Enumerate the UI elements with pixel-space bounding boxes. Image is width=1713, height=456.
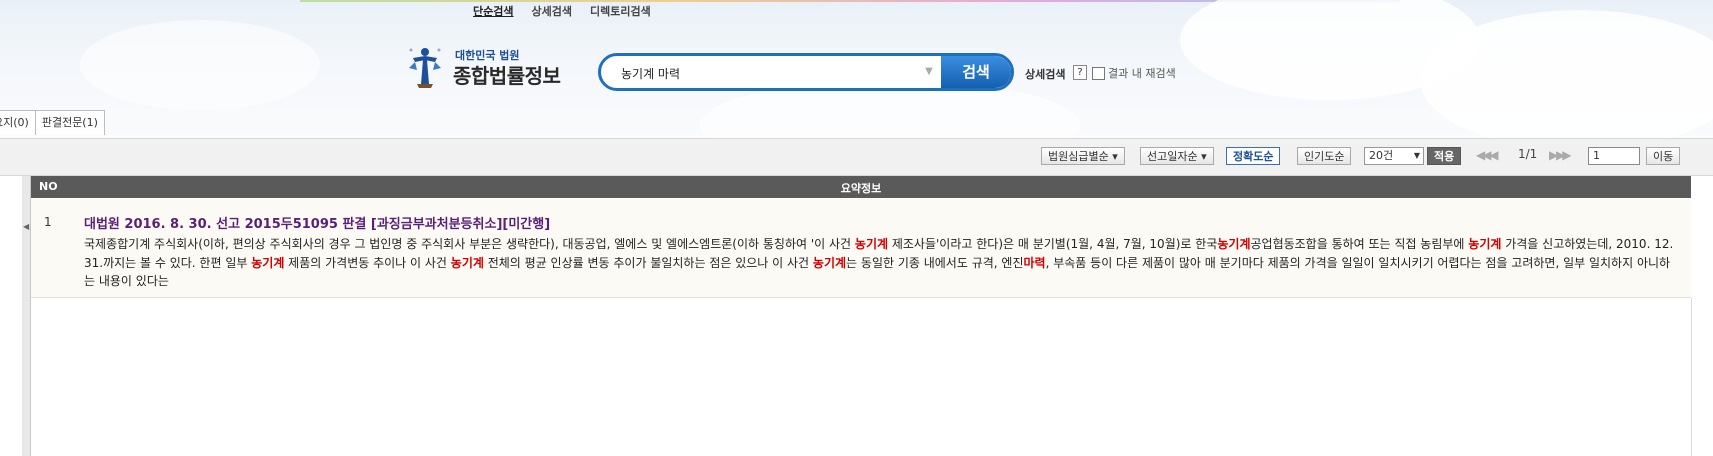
summary-text: 는 동일한 기종 내에서도 규격, 엔진 (846, 255, 1024, 270)
research-label: 결과 내 재검색 (1108, 67, 1176, 80)
row-number: 1 (44, 215, 52, 229)
result-type-tabs: 요지(0) 판결전문(1) (0, 110, 105, 135)
sort-popularity-button[interactable]: 인기도순 (1297, 147, 1352, 165)
tab-full-judgment[interactable]: 판결전문(1) (34, 110, 105, 135)
keyword-highlight: 농기계 (450, 255, 484, 270)
page-indicator: 1/1 (1518, 147, 1538, 161)
table-header: NO 요약정보 (31, 176, 1691, 198)
keyword-highlight: 농기계 (1468, 237, 1502, 251)
sort-date-button[interactable]: 선고일자순 ▾ (1140, 147, 1214, 165)
sort-date-label: 선고일자순 (1147, 150, 1198, 163)
search-history-dropdown-icon[interactable]: ▼ (919, 62, 939, 82)
case-title-link[interactable]: 대법원 2016. 8. 30. 선고 2015두51095 판결 [과징금부과… (84, 213, 550, 232)
research-checkbox[interactable] (1092, 66, 1105, 80)
summary-text: 국제종합기계 주식회사(이하, 편의상 주식회사의 경우 그 법인명 중 주식회… (84, 237, 855, 251)
tab-summary[interactable]: 요지(0) (0, 110, 36, 135)
sort-accuracy-button[interactable]: 정확도순 (1226, 147, 1281, 165)
keyword-highlight: 농기계 (251, 255, 285, 270)
advanced-search-link[interactable]: 상세검색 (1025, 66, 1065, 82)
case-summary: 국제종합기계 주식회사(이하, 편의상 주식회사의 경우 그 법인명 중 주식회… (84, 235, 1680, 291)
first-prev-page-icon[interactable]: ◀◀ ◀ (1476, 148, 1498, 162)
cloud-decoration (80, 20, 320, 110)
results-empty-area (31, 298, 1692, 456)
table-row: 1 대법원 2016. 8. 30. 선고 2015두51095 판결 [과징금… (31, 199, 1691, 298)
research-within-results[interactable]: 결과 내 재검색 (1092, 65, 1176, 81)
next-last-page-icon[interactable]: ▶ ▶▶ (1549, 148, 1571, 162)
help-icon[interactable]: ? (1073, 65, 1087, 80)
per-page-value: 20건 (1369, 149, 1394, 162)
summary-text: 제품의 가격변동 추이나 이 사건 (284, 255, 451, 270)
tab-simple-search[interactable]: 단순검색 (473, 3, 513, 19)
per-page-select[interactable]: 20건 (1364, 147, 1424, 165)
collapse-arrow-icon[interactable]: ◀ (23, 222, 29, 231)
keyword-highlight: 마력 (1023, 255, 1046, 270)
justice-emblem-icon (409, 48, 441, 88)
keyword-highlight: 농기계 (1217, 237, 1251, 251)
apply-button[interactable]: 적용 (1427, 147, 1462, 165)
keyword-highlight: 농기계 (854, 237, 889, 251)
keyword-highlight: 농기계 (812, 255, 847, 270)
go-page-button[interactable]: 이동 (1646, 147, 1681, 165)
search-mode-tabs: 단순검색 상세검색 디렉토리검색 (473, 3, 651, 19)
result-toolbar: 법원심급별순 ▾ 선고일자순 ▾ 정확도순 인기도순 20건 적용 ◀◀ ◀ 1… (0, 138, 1713, 176)
page-number-input[interactable]: 1 (1588, 147, 1640, 165)
logo-title: 종합법률정보 (453, 64, 561, 88)
summary-text: 전체의 평균 인상률 변동 추이가 불일치하는 점은 있으나 이 사건 (483, 255, 813, 270)
sort-court-level-button[interactable]: 법원심급별순 ▾ (1041, 147, 1125, 165)
summary-text: 제조사들'이라고 한다)은 매 분기별(1월, 4월, 7월, 10월)로 한국 (888, 237, 1218, 251)
tab-detailed-search[interactable]: 상세검색 (531, 3, 571, 19)
summary-text: 공업협동조합을 통하여 또는 직접 농림부에 (1250, 237, 1469, 251)
side-collapse-bar[interactable]: ◀ (22, 176, 31, 456)
site-logo[interactable]: 대한민국 법원 종합법률정보 (405, 44, 580, 90)
tab-directory-search[interactable]: 디렉토리검색 (590, 3, 651, 19)
sort-court-label: 법원심급별순 (1048, 150, 1109, 163)
search-input[interactable] (619, 61, 923, 85)
column-summary-info: 요약정보 (840, 182, 882, 195)
search-box: ▼ 검색 (598, 53, 1014, 91)
search-button[interactable]: 검색 (941, 56, 1011, 88)
